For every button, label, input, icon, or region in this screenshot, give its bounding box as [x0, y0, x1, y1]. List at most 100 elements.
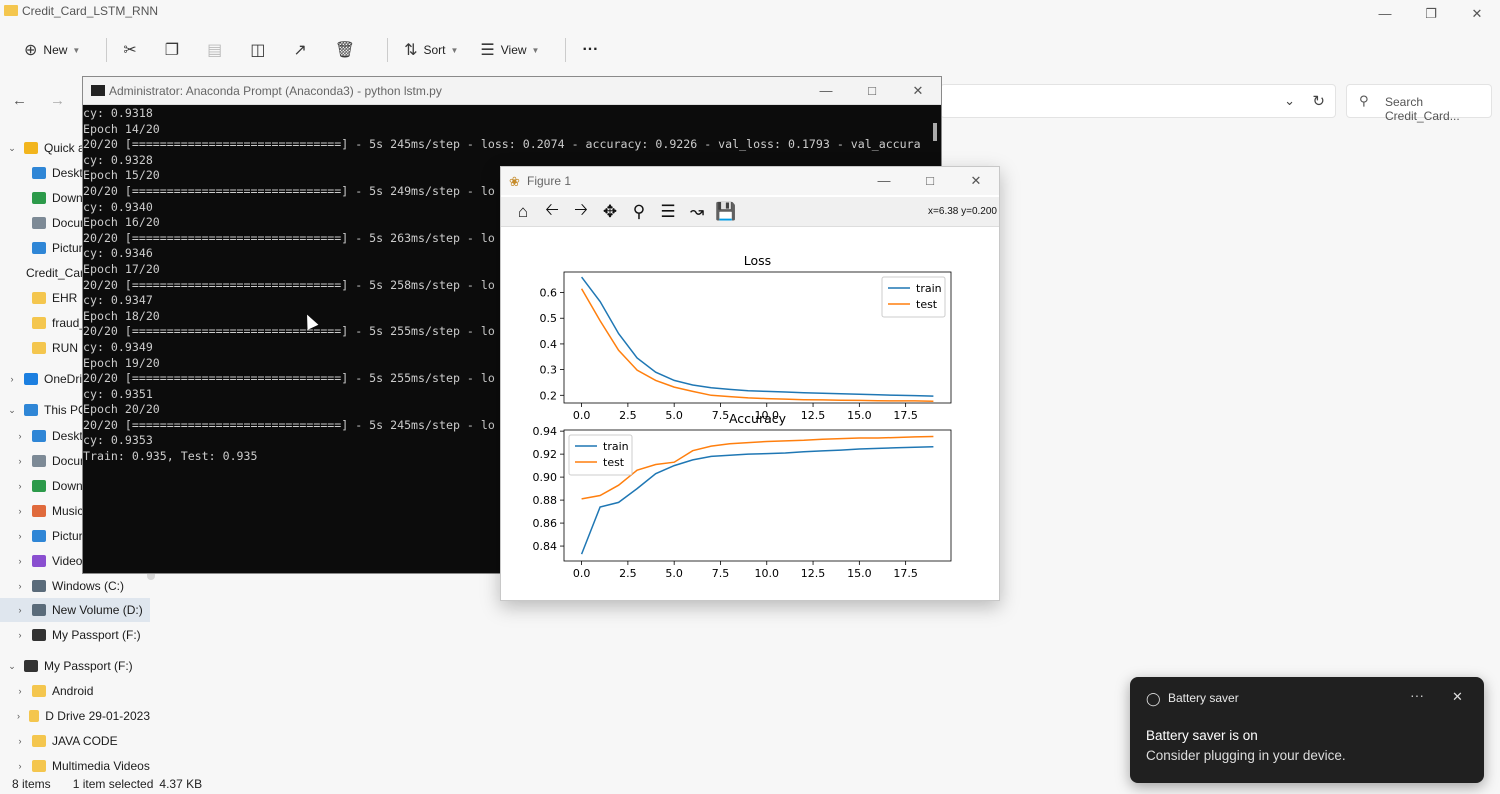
figure-canvas[interactable]: Loss 0.0 2.5 5.0 7.5 10.0 12.5 15.0 17.5 0.2 0.3 0.… — [501, 228, 999, 600]
configure-subplots-icon[interactable]: ☰ — [656, 200, 680, 224]
chevron-right-icon[interactable]: › — [14, 556, 26, 566]
sidebar-item[interactable]: › Windows (C:) — [0, 574, 150, 598]
chevron-right-icon[interactable]: › — [6, 374, 18, 384]
figure-window-buttons: — □ ✕ — [861, 167, 999, 195]
search-input[interactable]: ⚲ Search Credit_Card... — [1346, 84, 1492, 123]
notification-app-name: Battery saver — [1168, 691, 1239, 705]
rename-button[interactable]: ◫ — [244, 34, 277, 66]
sidebar-item-label: Multimedia Videos — [52, 759, 150, 773]
close-button[interactable]: ✕ — [953, 167, 999, 195]
restore-button[interactable]: ❐ — [1408, 0, 1454, 28]
forward-arrow-icon[interactable]: → — [50, 92, 65, 109]
download-icon — [32, 480, 46, 492]
chevron-right-icon[interactable]: › — [14, 630, 26, 640]
terminal-line: Epoch 14/20 — [83, 121, 160, 136]
chevron-down-icon[interactable]: ⌄ — [1284, 93, 1295, 109]
notification-close-button[interactable]: ✕ — [1452, 689, 1463, 705]
x-tick-label: 2.5 — [619, 567, 637, 580]
figure-window[interactable]: ❀ Figure 1 — □ ✕ ⌂ 🡠 🡢 ✥ ⚲ ☰ ↝ 💾 x=6.38 … — [500, 166, 1000, 601]
close-button[interactable]: ✕ — [895, 77, 941, 105]
delete-button[interactable]: 🗑 — [329, 34, 367, 66]
close-button[interactable]: ✕ — [1454, 0, 1500, 28]
sidebar-item-label: This PC — [44, 403, 87, 417]
sidebar-item[interactable]: › JAVA CODE — [0, 729, 150, 753]
address-bar[interactable]: ⌄ ↻ — [940, 84, 1336, 118]
sidebar-item-label: JAVA CODE — [52, 734, 118, 748]
toolbar-divider — [106, 38, 108, 62]
chevron-right-icon[interactable]: › — [14, 431, 26, 441]
sidebar-item[interactable]: ⌄ My Passport (F:) — [0, 654, 150, 678]
terminal-scrollbar[interactable] — [933, 123, 937, 141]
view-list-icon: ☰ — [480, 42, 495, 59]
edit-axis-icon[interactable]: ↝ — [685, 200, 709, 224]
plus-circle-icon: ⊕ — [24, 42, 38, 59]
refresh-icon[interactable]: ↻ — [1312, 92, 1325, 110]
cut-button[interactable]: ✂ — [117, 34, 148, 66]
minimize-button[interactable]: — — [803, 77, 849, 105]
chevron-right-icon[interactable]: › — [14, 711, 23, 721]
chevron-right-icon[interactable]: › — [14, 605, 26, 615]
pictures-icon — [32, 242, 46, 254]
sidebar-item-label: My Passport (F:) — [44, 659, 133, 673]
view-button-label: View — [500, 43, 527, 57]
terminal-title-bar: Administrator: Anaconda Prompt (Anaconda… — [83, 77, 941, 105]
maximize-button[interactable]: □ — [849, 77, 895, 105]
sidebar-item[interactable]: › New Volume (D:) — [0, 598, 150, 622]
sidebar-item-label: D Drive 29-01-2023 — [45, 709, 150, 723]
share-icon: ↗ — [293, 42, 307, 59]
view-button[interactable]: ☰ View ▼ — [474, 34, 545, 66]
new-button[interactable]: ⊕ New ▼ — [18, 34, 86, 66]
x-tick-label: 5.0 — [665, 409, 683, 422]
sort-icon: ⇅ — [404, 42, 418, 59]
chevron-right-icon[interactable]: › — [14, 581, 26, 591]
more-options-button[interactable]: ··· — [576, 34, 604, 66]
chevron-right-icon[interactable]: › — [14, 456, 26, 466]
battery-saver-notification[interactable]: ◯ Battery saver ··· ✕ Battery saver is o… — [1130, 677, 1484, 783]
more-options-label: ··· — [582, 41, 599, 58]
chevron-right-icon[interactable]: › — [14, 761, 26, 771]
sidebar-item[interactable]: › D Drive 29-01-2023 — [0, 704, 150, 728]
chevron-down-icon[interactable]: ⌄ — [6, 143, 18, 154]
chevron-right-icon[interactable]: › — [14, 506, 26, 516]
chevron-right-icon[interactable]: › — [14, 686, 26, 696]
paste-button[interactable]: ▤ — [201, 34, 234, 66]
chevron-right-icon[interactable]: › — [14, 531, 26, 541]
sidebar-item[interactable]: › Android — [0, 679, 150, 703]
chevron-down-icon: ▼ — [531, 45, 540, 55]
chevron-down-icon[interactable]: ⌄ — [6, 661, 18, 672]
y-tick-label: 0.94 — [533, 425, 558, 438]
sidebar-item-label: My Passport (F:) — [52, 628, 141, 642]
star-icon — [24, 142, 38, 154]
sidebar-item-label: Android — [52, 684, 94, 698]
back-arrow-icon[interactable]: ← — [12, 92, 27, 109]
forward-arrow-icon[interactable]: 🡢 — [569, 200, 593, 224]
copy-button[interactable]: ❐ — [159, 34, 191, 66]
rename-icon: ◫ — [250, 42, 266, 59]
back-arrow-icon[interactable]: 🡠 — [540, 200, 564, 224]
desktop-icon — [32, 167, 46, 179]
pan-icon[interactable]: ✥ — [598, 200, 622, 224]
chevron-right-icon[interactable]: › — [14, 736, 26, 746]
sidebar-item[interactable]: › My Passport (F:) — [0, 623, 150, 647]
cloud-icon — [24, 373, 38, 385]
home-icon[interactable]: ⌂ — [511, 200, 535, 224]
sidebar-item-label: EHR — [52, 291, 78, 305]
share-button[interactable]: ↗ — [287, 34, 318, 66]
chevron-down-icon[interactable]: ⌄ — [6, 405, 18, 416]
notification-more-button[interactable]: ··· — [1410, 687, 1424, 703]
terminal-window-buttons: — □ ✕ — [803, 77, 941, 105]
y-tick-label: 0.6 — [540, 287, 558, 300]
download-icon — [32, 192, 46, 204]
minimize-button[interactable]: — — [861, 167, 907, 195]
chevron-right-icon[interactable]: › — [14, 481, 26, 491]
terminal-title: Administrator: Anaconda Prompt (Anaconda… — [109, 84, 442, 98]
maximize-button[interactable]: □ — [907, 167, 953, 195]
status-bar: 8 items 1 item selected 4.37 KB — [0, 774, 600, 794]
sidebar-item-label: New Volume (D:) — [52, 603, 143, 617]
save-icon[interactable]: 💾 — [714, 200, 738, 224]
minimize-button[interactable]: — — [1362, 0, 1408, 28]
explorer-command-bar: ⊕ New ▼ ✂ ❐ ▤ ◫ ↗ 🗑 ⇅ Sort ▼ ☰ View ▼ ··… — [0, 30, 1500, 70]
series-line-train — [580, 445, 934, 555]
zoom-icon[interactable]: ⚲ — [627, 200, 651, 224]
sort-button[interactable]: ⇅ Sort ▼ — [398, 34, 464, 66]
